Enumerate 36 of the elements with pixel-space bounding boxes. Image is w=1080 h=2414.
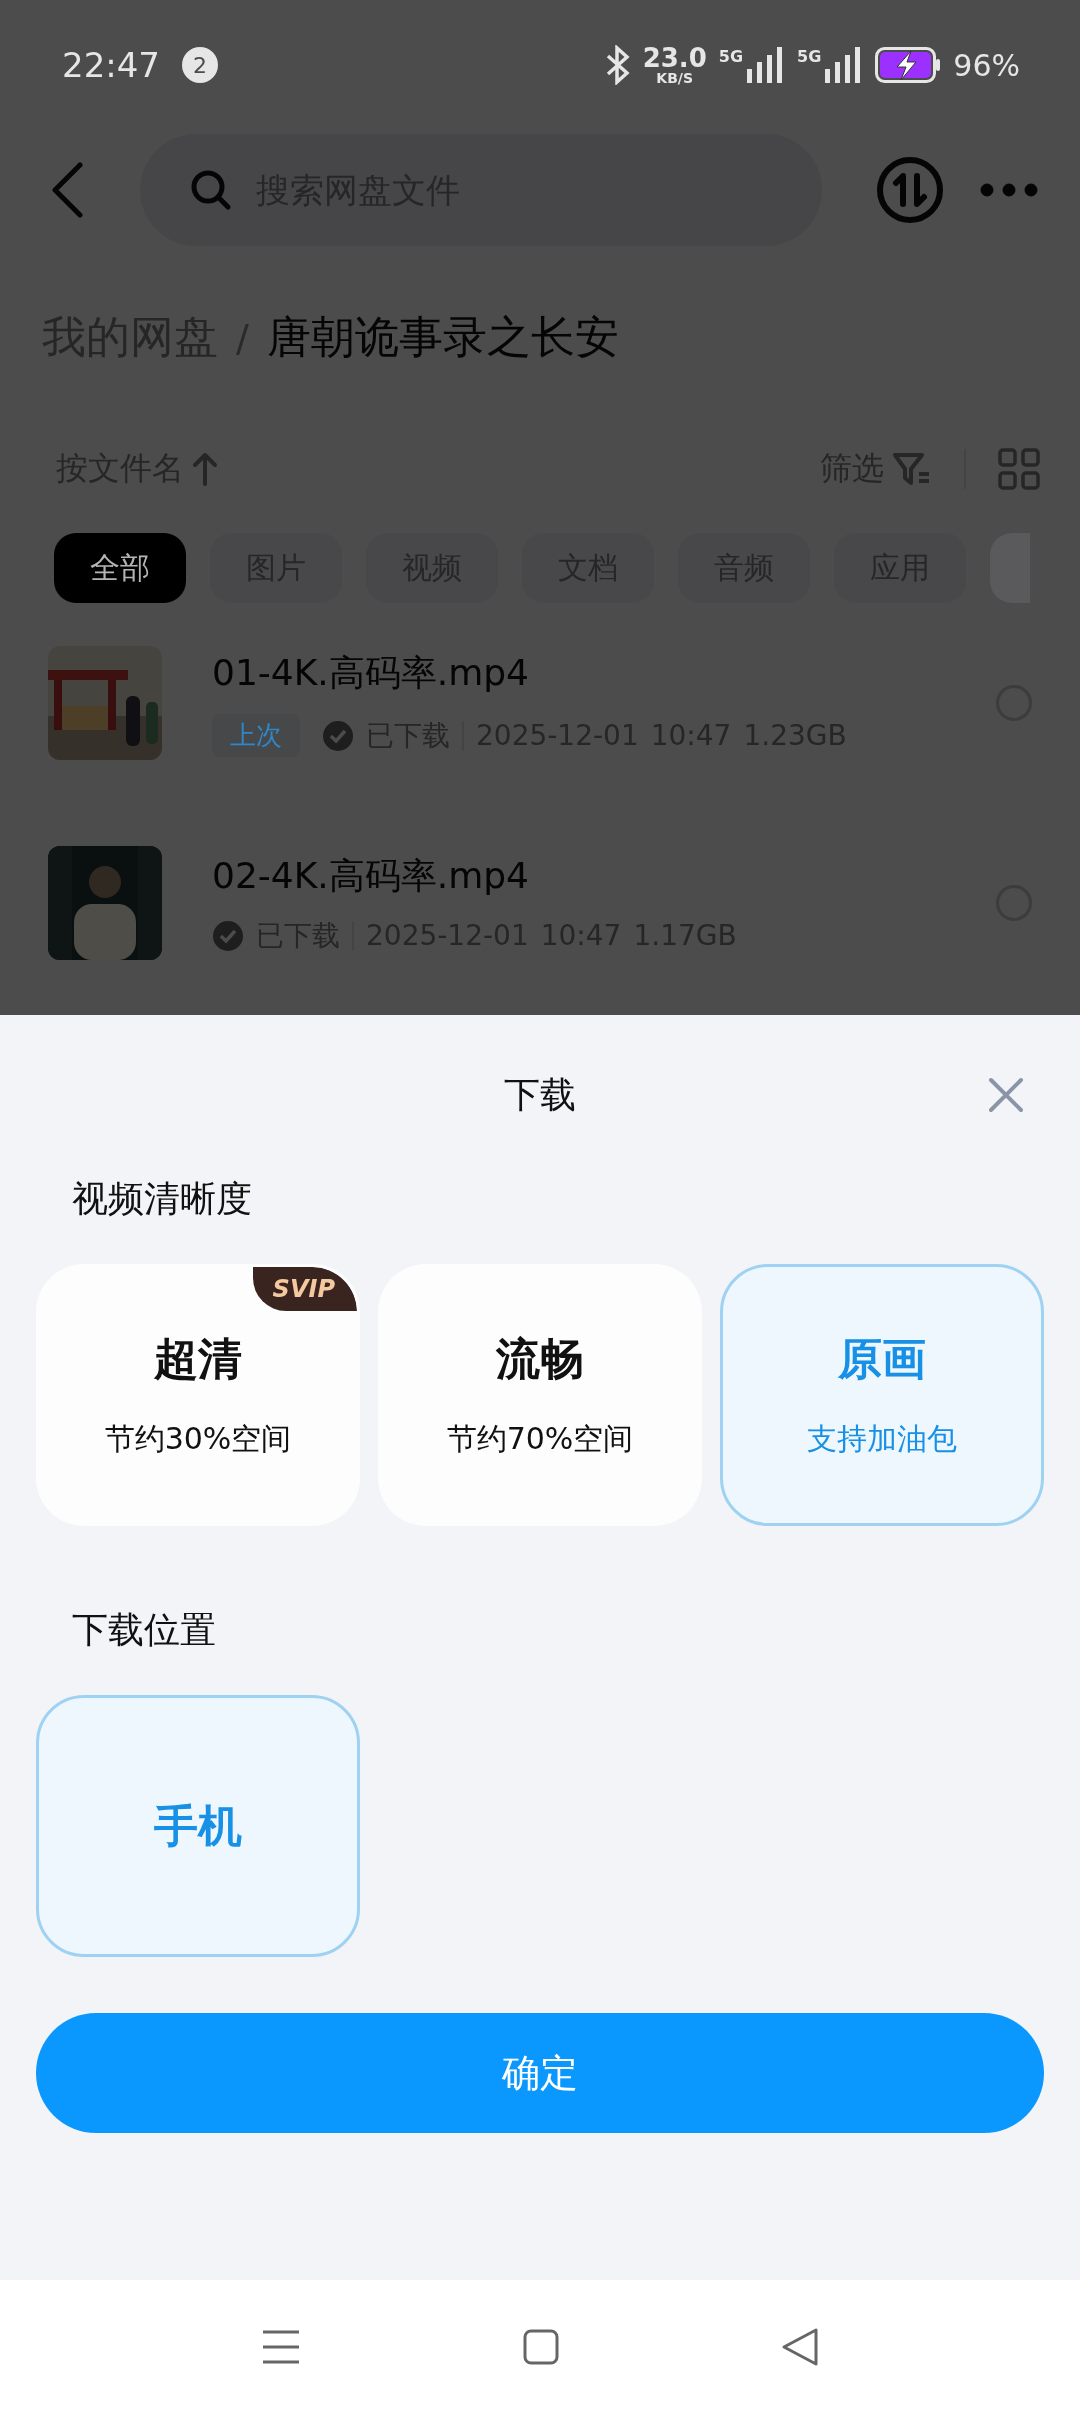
quality-option[interactable]: SVIP 超清 节约30%空间 (36, 1264, 360, 1526)
filter-icon[interactable] (892, 452, 932, 486)
section-label: 下载位置 (72, 1608, 216, 1652)
back-icon[interactable] (781, 2327, 819, 2367)
quality-option[interactable]: 流畅 节约70%空间 (378, 1264, 702, 1526)
home-icon[interactable] (523, 2329, 559, 2365)
breadcrumb-separator: / (236, 315, 249, 360)
sheet-title: 下载 (504, 1072, 576, 1117)
quality-option[interactable]: 原画 支持加油包 (720, 1264, 1044, 1526)
svip-badge: SVIP (252, 1267, 357, 1311)
check-circle-icon (322, 719, 354, 752)
filter-chip[interactable]: 全部 (54, 533, 186, 603)
section-label: 视频清晰度 (72, 1177, 252, 1221)
search-icon (190, 169, 232, 211)
notification-badge: 2 (182, 47, 218, 83)
status-time: 22:47 (62, 45, 160, 85)
file-name: 01-4K.高码率.mp4 (212, 651, 531, 695)
last-played-tag: 上次 (212, 714, 300, 757)
battery-charging-icon (875, 47, 942, 83)
breadcrumb-item[interactable]: 唐朝诡事录之长安 (266, 308, 619, 367)
battery-percent: 96% (953, 47, 1020, 83)
back-icon[interactable] (50, 162, 84, 218)
network-speed: 23.0 (642, 45, 707, 71)
confirm-button[interactable]: 确定 (36, 2013, 1044, 2133)
transfer-icon[interactable] (876, 156, 944, 224)
location-option[interactable]: 手机 (36, 1695, 360, 1957)
network-type: 5G (797, 47, 822, 66)
network-type: 5G (718, 47, 744, 66)
arrow-up-icon (192, 452, 218, 486)
file-name: 02-4K.高码率.mp4 (212, 853, 531, 898)
check-circle-icon (212, 919, 244, 952)
close-icon[interactable] (988, 1077, 1024, 1113)
more-icon[interactable] (980, 183, 1038, 197)
grid-view-icon[interactable] (998, 448, 1040, 490)
network-speed-unit: KB/S (656, 71, 694, 85)
bluetooth-icon (604, 45, 631, 85)
